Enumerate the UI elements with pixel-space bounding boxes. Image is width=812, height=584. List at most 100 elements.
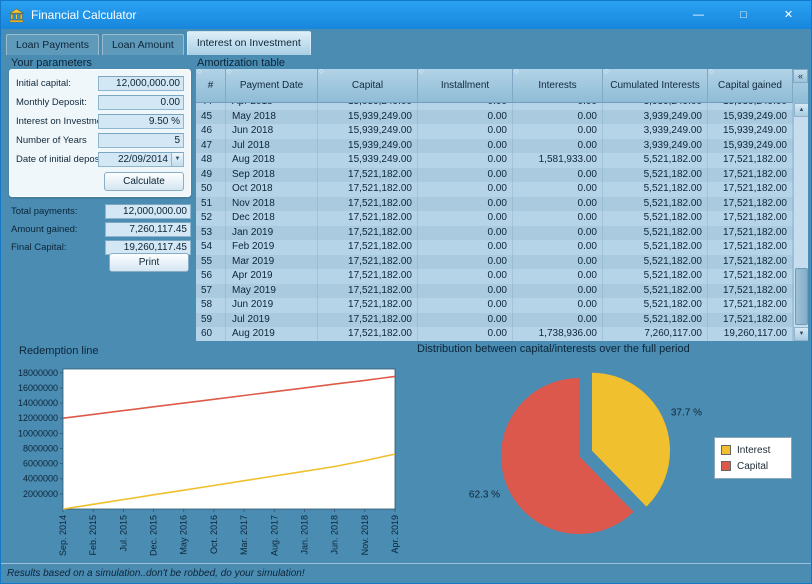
table-row[interactable]: 57May 201917,521,182.000.000.005,521,182… — [196, 284, 793, 299]
column-header-cumulated-interests[interactable]: ◇Cumulated Interests — [603, 69, 708, 103]
svg-text:Feb. 2015: Feb. 2015 — [88, 515, 98, 556]
table-cell: 0.00 — [513, 226, 603, 241]
table-cell: 5,521,182.00 — [603, 284, 708, 299]
table-row[interactable]: 53Jan 201917,521,182.000.000.005,521,182… — [196, 226, 793, 241]
svg-text:62.3 %: 62.3 % — [469, 489, 500, 500]
table-cell: Sep 2018 — [226, 168, 318, 183]
table-row[interactable]: 46Jun 201815,939,249.000.000.003,939,249… — [196, 124, 793, 139]
initial-capital-label: Initial capital: — [16, 78, 71, 89]
title-bar[interactable]: Financial Calculator — □ ✕ — [1, 1, 811, 29]
table-row[interactable]: 59Jul 201917,521,182.000.000.005,521,182… — [196, 313, 793, 328]
tab-interest-on-investment[interactable]: Interest on Investment — [187, 31, 311, 55]
column-header-payment-date[interactable]: ◇Payment Date — [226, 69, 318, 103]
monthly-deposit-input[interactable]: 0.00 — [98, 95, 184, 110]
scroll-up-button[interactable]: ▲ — [794, 103, 808, 117]
interest-on-investment-input[interactable]: 9.50 % — [98, 114, 184, 129]
table-row[interactable]: 58Jun 201917,521,182.000.000.005,521,182… — [196, 298, 793, 313]
initial-capital-input[interactable]: 12,000,000.00 — [98, 76, 184, 91]
table-row[interactable]: 52Dec 201817,521,182.000.000.005,521,182… — [196, 211, 793, 226]
table-row[interactable]: 60Aug 201917,521,182.000.001,738,936.007… — [196, 327, 793, 341]
svg-text:May 2016: May 2016 — [179, 515, 189, 555]
legend-item-interest: Interest — [721, 442, 785, 458]
table-cell: 0.00 — [513, 269, 603, 284]
table-cell: 5,521,182.00 — [603, 255, 708, 270]
close-button[interactable]: ✕ — [766, 1, 811, 29]
line-chart-title: Redemption line — [19, 345, 99, 357]
table-row[interactable]: 56Apr 201917,521,182.000.000.005,521,182… — [196, 269, 793, 284]
column-header-capital-gained[interactable]: ◇Capital gained — [708, 69, 793, 103]
main-content: Your parameters Initial capital:12,000,0… — [1, 55, 812, 565]
table-cell: 17,521,182.00 — [318, 269, 418, 284]
svg-text:Oct. 2016: Oct. 2016 — [209, 515, 219, 554]
table-cell: May 2018 — [226, 110, 318, 125]
svg-text:12000000: 12000000 — [18, 413, 58, 423]
table-cell: 5,521,182.00 — [603, 269, 708, 284]
table-cell: Jun 2018 — [226, 124, 318, 139]
table-cell: 54 — [196, 240, 226, 255]
table-cell: 0.00 — [418, 240, 513, 255]
minimize-button[interactable]: — — [676, 1, 721, 29]
column-header-capital[interactable]: ◇Capital — [318, 69, 418, 103]
table-cell: 3,939,249.00 — [603, 110, 708, 125]
number-of-years-input[interactable]: 5 — [98, 133, 184, 148]
calculate-button[interactable]: Calculate — [104, 172, 184, 191]
svg-text:Apr. 2019: Apr. 2019 — [390, 515, 400, 554]
sort-diamond-icon: ◇ — [197, 69, 202, 76]
table-cell: 0.00 — [418, 255, 513, 270]
table-cell: 3,939,249.00 — [603, 124, 708, 139]
table-cell: 46 — [196, 124, 226, 139]
table-cell: 0.00 — [513, 313, 603, 328]
column-header-installment[interactable]: ◇Installment — [418, 69, 513, 103]
table-cell: 5,521,182.00 — [603, 211, 708, 226]
table-row[interactable]: 45May 201815,939,249.000.000.003,939,249… — [196, 110, 793, 125]
table-row[interactable]: 50Oct 201817,521,182.000.000.005,521,182… — [196, 182, 793, 197]
table-cell: 17,521,182.00 — [318, 284, 418, 299]
table-cell: Feb 2019 — [226, 240, 318, 255]
table-cell: 1,581,933.00 — [513, 153, 603, 168]
sort-diamond-icon: ◇ — [419, 69, 424, 76]
svg-text:Dec. 2015: Dec. 2015 — [149, 515, 159, 556]
table-scrollbar[interactable]: ▲ ▼ — [793, 103, 808, 341]
sort-diamond-icon: ◇ — [709, 69, 714, 76]
table-row[interactable]: 48Aug 201815,939,249.000.001,581,933.005… — [196, 153, 793, 168]
table-row[interactable]: 51Nov 201817,521,182.000.000.005,521,182… — [196, 197, 793, 212]
collapse-columns-button[interactable]: « — [793, 69, 808, 83]
table-cell: 17,521,182.00 — [318, 298, 418, 313]
final-capital-label: Final Capital: — [11, 242, 66, 253]
table-cell: Jul 2019 — [226, 313, 318, 328]
legend-swatch-interest — [721, 445, 731, 455]
table-cell: 15,939,249.00 — [318, 153, 418, 168]
svg-text:Nov. 2018: Nov. 2018 — [360, 515, 370, 555]
svg-text:10000000: 10000000 — [18, 428, 58, 438]
table-cell: 17,521,182.00 — [318, 197, 418, 212]
redemption-line-chart: 2000000400000060000008000000100000001200… — [7, 357, 409, 563]
table-cell: 17,521,182.00 — [318, 182, 418, 197]
scrollbar-thumb[interactable] — [795, 268, 808, 325]
table-cell: 17,521,182.00 — [708, 240, 793, 255]
table-cell: Oct 2018 — [226, 182, 318, 197]
table-cell: 52 — [196, 211, 226, 226]
print-button[interactable]: Print — [109, 253, 189, 272]
table-cell: 0.00 — [418, 284, 513, 299]
parameters-groupbox: Initial capital:12,000,000.00Monthly Dep… — [9, 69, 191, 197]
table-row[interactable]: 47Jul 201815,939,249.000.000.003,939,249… — [196, 139, 793, 154]
scroll-down-button[interactable]: ▼ — [794, 327, 808, 341]
table-cell: 17,521,182.00 — [708, 211, 793, 226]
legend-item-capital: Capital — [721, 458, 785, 474]
column-header-[interactable]: ◇# — [196, 69, 226, 103]
table-cell: 0.00 — [513, 240, 603, 255]
table-row[interactable]: 54Feb 201917,521,182.000.000.005,521,182… — [196, 240, 793, 255]
maximize-button[interactable]: □ — [721, 1, 766, 29]
tab-loan-amount[interactable]: Loan Amount — [102, 34, 184, 55]
tab-bar: Loan PaymentsLoan AmountInterest on Inve… — [1, 29, 811, 55]
table-cell: 0.00 — [513, 168, 603, 183]
tab-loan-payments[interactable]: Loan Payments — [6, 34, 99, 55]
date-of-initial-deposit-input[interactable]: 22/09/2014▼ — [98, 152, 184, 167]
column-header-interests[interactable]: ◇Interests — [513, 69, 603, 103]
table-cell: 0.00 — [418, 327, 513, 341]
dropdown-arrow-icon[interactable]: ▼ — [171, 153, 183, 166]
table-row[interactable]: 55Mar 201917,521,182.000.000.005,521,182… — [196, 255, 793, 270]
result-row: Total payments:12,000,000.00 — [9, 203, 191, 221]
table-cell: 50 — [196, 182, 226, 197]
table-row[interactable]: 49Sep 201817,521,182.000.000.005,521,182… — [196, 168, 793, 183]
